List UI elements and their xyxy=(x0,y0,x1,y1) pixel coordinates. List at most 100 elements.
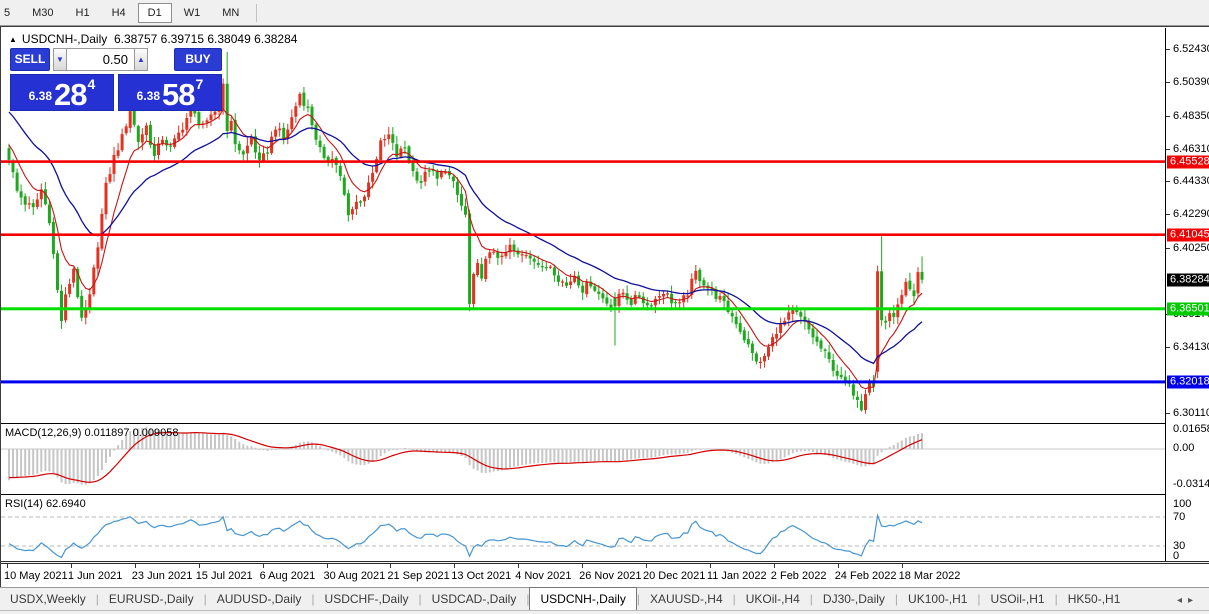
rsi-chart[interactable] xyxy=(1,495,1165,560)
chart-tab-dj30-daily[interactable]: DJ30-,Daily xyxy=(813,589,895,610)
rsi-label: RSI(14) 62.6940 xyxy=(5,498,86,510)
macd-axis-label: 0.00 xyxy=(1173,442,1194,454)
time-tick xyxy=(902,564,903,568)
timeframe-button-H1[interactable]: H1 xyxy=(66,3,100,23)
chart-tab-bar: USDX,Weekly|EURUSD-,Daily|AUDUSD-,Daily|… xyxy=(0,587,1209,610)
buy-button[interactable]: BUY xyxy=(174,48,222,71)
price-axis-label: 6.44330 xyxy=(1173,175,1209,187)
price-axis-label: 6.40250 xyxy=(1173,242,1209,254)
chart-title-bar: ▲USDCNH-,Daily 6.38757 6.39715 6.38049 6… xyxy=(9,32,297,46)
price-axis-label: 6.52430 xyxy=(1173,43,1209,55)
timeframe-button-D1[interactable]: D1 xyxy=(138,3,172,23)
chart-symbol-title: USDCNH-,Daily xyxy=(22,32,107,46)
sell-price-pip: 4 xyxy=(88,76,96,92)
price-badge: 6.41045 xyxy=(1167,228,1209,241)
price-axis: 6.524306.503906.483506.463106.443306.422… xyxy=(1165,28,1209,561)
sell-price-big: 28 xyxy=(54,81,86,108)
sell-quote-box[interactable]: 6.38 28 4 xyxy=(10,74,114,111)
price-badge: 6.38284 xyxy=(1167,273,1209,286)
time-tick xyxy=(135,564,136,568)
time-tick xyxy=(646,564,647,568)
price-axis-label: 6.46310 xyxy=(1173,143,1209,155)
macd-axis-label: -0.031421 xyxy=(1173,478,1209,490)
chart-tab-usoil-h1[interactable]: USOil-,H1 xyxy=(981,589,1055,610)
price-badge: 6.32018 xyxy=(1167,375,1209,388)
time-label: 21 Sep 2021 xyxy=(387,570,449,582)
buy-quote-box[interactable]: 6.38 58 7 xyxy=(118,74,222,111)
buy-price-big: 58 xyxy=(162,81,194,108)
chart-tab-ukoil-h4[interactable]: UKOil-,H4 xyxy=(736,589,810,610)
price-badge: 6.45528 xyxy=(1167,155,1209,168)
price-axis-tick xyxy=(1166,82,1170,83)
macd-axis-label: 0.016586 xyxy=(1173,423,1209,435)
price-axis-label: 6.30110 xyxy=(1173,407,1209,419)
macd-indicator-pane[interactable]: MACD(12,26,9) 0.011897 0.009058 xyxy=(1,423,1165,493)
time-tick xyxy=(774,564,775,568)
price-axis-tick xyxy=(1166,181,1170,182)
toolbar-separator xyxy=(256,4,257,22)
time-tick xyxy=(838,564,839,568)
lot-decrease-button[interactable]: ▼ xyxy=(53,48,67,71)
timeframe-button-M30[interactable]: M30 xyxy=(22,3,63,23)
sell-button[interactable]: SELL xyxy=(10,48,50,71)
chart-window: ▲USDCNH-,Daily 6.38757 6.39715 6.38049 6… xyxy=(0,26,1209,587)
chart-tab-hk50-h1[interactable]: HK50-,H1 xyxy=(1058,589,1131,610)
price-axis-tick xyxy=(1166,116,1170,117)
rsi-indicator-pane[interactable]: RSI(14) 62.6940 xyxy=(1,494,1165,560)
price-axis-tick xyxy=(1166,347,1170,348)
mt4-terminal-window: 5M30H1H4D1W1MN ▲USDCNH-,Daily 6.38757 6.… xyxy=(0,0,1209,614)
tab-scroll-arrows-icon[interactable]: ◂▸ xyxy=(1177,595,1209,610)
price-axis-label: 6.42290 xyxy=(1173,208,1209,220)
chart-tab-audusd-daily[interactable]: AUDUSD-,Daily xyxy=(207,589,312,610)
chart-tab-usdx-weekly[interactable]: USDX,Weekly xyxy=(0,589,96,610)
time-label: 1 Jun 2021 xyxy=(68,570,122,582)
time-label: 26 Nov 2021 xyxy=(579,570,641,582)
time-label: 4 Nov 2021 xyxy=(515,570,571,582)
time-tick xyxy=(327,564,328,568)
rsi-axis-label: 100 xyxy=(1173,498,1191,510)
time-label: 23 Jun 2021 xyxy=(132,570,193,582)
timeframe-button-W1[interactable]: W1 xyxy=(174,3,211,23)
chart-tab-usdcad-daily[interactable]: USDCAD-,Daily xyxy=(422,589,527,610)
sell-price-prefix: 6.38 xyxy=(29,89,52,103)
time-axis: 10 May 20211 Jun 202123 Jun 202115 Jul 2… xyxy=(1,564,1209,587)
price-axis-label: 6.50390 xyxy=(1173,76,1209,88)
time-tick xyxy=(582,564,583,568)
time-label: 2 Feb 2022 xyxy=(771,570,827,582)
time-label: 11 Jan 2022 xyxy=(707,570,767,582)
timeframe-button-MN[interactable]: MN xyxy=(212,3,249,23)
time-label: 6 Aug 2021 xyxy=(260,570,316,582)
main-chart-pane[interactable]: ▲USDCNH-,Daily 6.38757 6.39715 6.38049 6… xyxy=(1,28,1165,422)
price-axis-tick xyxy=(1166,413,1170,414)
one-click-trading-panel: SELL ▼ 0.50 ▲ BUY 6.38 28 4 6.38 58 7 xyxy=(10,48,222,130)
time-label: 20 Dec 2021 xyxy=(643,570,705,582)
lot-size-input[interactable]: 0.50 xyxy=(66,48,135,71)
lot-increase-button[interactable]: ▲ xyxy=(134,48,148,71)
time-label: 30 Aug 2021 xyxy=(324,570,386,582)
chart-tab-eurusd-daily[interactable]: EURUSD-,Daily xyxy=(99,589,204,610)
time-tick xyxy=(390,564,391,568)
buy-price-prefix: 6.38 xyxy=(137,89,160,103)
chart-tab-usdchf-daily[interactable]: USDCHF-,Daily xyxy=(315,589,419,610)
status-bar xyxy=(0,610,1209,614)
time-tick xyxy=(7,564,8,568)
price-axis-tick xyxy=(1166,248,1170,249)
price-axis-tick xyxy=(1166,149,1170,150)
chart-tab-uk100-h1[interactable]: UK100-,H1 xyxy=(898,589,977,610)
time-tick xyxy=(71,564,72,568)
time-tick xyxy=(199,564,200,568)
time-label: 10 May 2021 xyxy=(4,570,68,582)
timeframe-toolbar: 5M30H1H4D1W1MN xyxy=(0,0,1209,26)
chart-tab-usdcnh-daily[interactable]: USDCNH-,Daily xyxy=(529,587,636,610)
timeframe-button-5[interactable]: 5 xyxy=(0,3,20,23)
time-label: 24 Feb 2022 xyxy=(835,570,897,582)
rsi-axis-label: 70 xyxy=(1173,511,1185,523)
time-tick xyxy=(518,564,519,568)
macd-label: MACD(12,26,9) 0.011897 0.009058 xyxy=(5,427,178,439)
collapse-panel-arrow-icon[interactable]: ▲ xyxy=(9,35,17,44)
time-tick xyxy=(454,564,455,568)
chart-tab-xauusd-h4[interactable]: XAUUSD-,H4 xyxy=(640,589,733,610)
time-label: 13 Oct 2021 xyxy=(451,570,511,582)
timeframe-button-H4[interactable]: H4 xyxy=(102,3,136,23)
price-badge: 6.36501 xyxy=(1167,302,1209,315)
